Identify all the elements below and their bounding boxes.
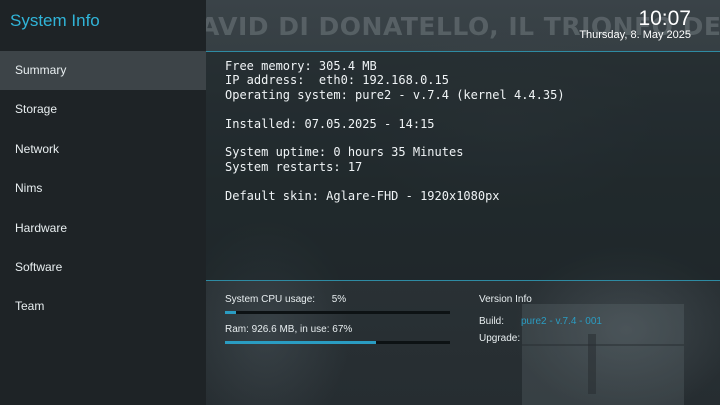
sidebar-item-storage[interactable]: Storage [0, 90, 206, 129]
ram-usage-bar [225, 341, 450, 344]
operating-system: Operating system: pure2 - v.7.4 (kernel … [225, 87, 565, 102]
cpu-usage-fill [225, 311, 237, 314]
sidebar-item-hardware[interactable]: Hardware [0, 209, 206, 248]
page-title: System Info [10, 11, 100, 30]
footer-divider [206, 280, 720, 281]
system-restarts: System restarts: 17 [225, 159, 363, 174]
sidebar-item-software[interactable]: Software [0, 248, 206, 287]
system-uptime: System uptime: 0 hours 35 Minutes [225, 145, 464, 160]
clock-date: Thursday, 8. May 2025 [579, 29, 691, 41]
sidebar-item-network[interactable]: Network [0, 130, 206, 169]
summary-info: Free memory: 305.4 MB IP address: eth0: … [225, 59, 565, 203]
sidebar-item-nims[interactable]: Nims [0, 169, 206, 208]
ip-address: IP address: eth0: 192.168.0.15 [225, 73, 449, 88]
ram-usage-label: Ram: 926.6 MB, in use: 67% [225, 324, 353, 335]
clock-time: 10:07 [638, 7, 691, 30]
free-memory: Free memory: 305.4 MB [225, 59, 377, 73]
version-info-title: Version Info [479, 294, 532, 305]
build-value: pure2 - v.7.4 - 001 [521, 316, 602, 327]
sidebar-item-team[interactable]: Team [0, 287, 206, 326]
build-label: Build: [479, 316, 505, 327]
installed-date: Installed: 07.05.2025 - 14:15 [225, 116, 435, 131]
sidebar: System Info Summary Storage Network Nims… [0, 0, 206, 405]
cpu-usage-bar [225, 311, 450, 314]
sidebar-item-summary[interactable]: Summary [0, 51, 206, 91]
ram-usage-fill [225, 341, 376, 344]
cpu-usage-label: System CPU usage: 5% [225, 294, 347, 305]
default-skin: Default skin: Aglare-FHD - 1920x1080px [225, 188, 500, 203]
upgrade-label: Upgrade: [479, 333, 521, 344]
sidebar-menu: Summary Storage Network Nims Hardware So… [0, 51, 206, 327]
